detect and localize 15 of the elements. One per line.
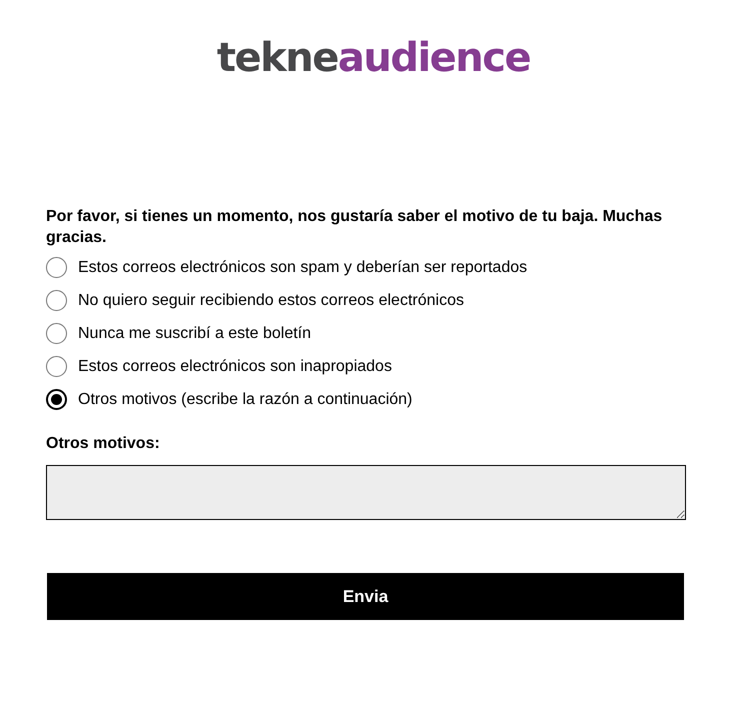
option-label: Estos correos electrónicos son spam y deberían ser reportados: [78, 258, 528, 278]
radio-button[interactable]: [46, 389, 67, 410]
radio-button[interactable]: [46, 290, 67, 311]
radio-button[interactable]: [46, 356, 67, 377]
option-label: Estos correos electrónicos son inapropiados: [78, 357, 392, 377]
option-label: Otros motivos (escribe la razón a continuación): [78, 390, 412, 410]
radio-button[interactable]: [46, 257, 67, 278]
option-label: Nunca me suscribí a este boletín: [78, 324, 312, 344]
logo: tekneaudience: [216, 34, 530, 82]
reason-field[interactable]: [46, 465, 686, 520]
option-label: No quiero seguir recibiendo estos correos electrónicos: [78, 291, 464, 311]
submit-button[interactable]: Envia: [47, 573, 684, 620]
question-text: Por favor, si tienes un momento, nos gustaría saber el motivo de tu baja. Muchas gracias.: [46, 207, 664, 248]
radio-button[interactable]: [46, 323, 67, 344]
field-label: Otros motivos:: [46, 434, 161, 454]
